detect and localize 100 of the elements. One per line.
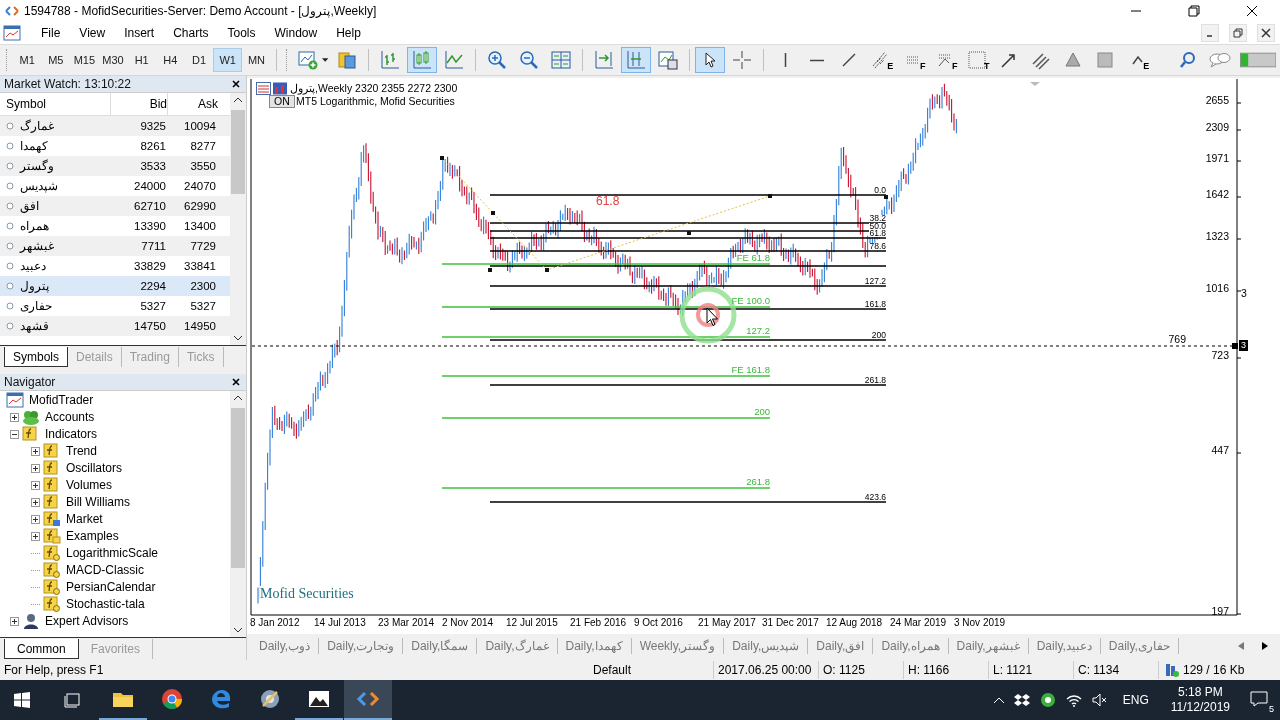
minimize-icon[interactable] (1201, 24, 1219, 42)
tree-item[interactable]: Stochastic-tala (66, 597, 145, 612)
menu-item[interactable]: View (71, 26, 117, 40)
object-list-icon[interactable] (256, 82, 288, 96)
timeframe-button[interactable]: H1 (127, 48, 156, 72)
price-line-handle[interactable] (1232, 343, 1238, 349)
tree-item[interactable]: Trend (66, 444, 97, 459)
tree-item[interactable]: Volumes (66, 478, 113, 493)
panel-tab[interactable]: Symbols (4, 347, 68, 368)
caret-icon[interactable] (322, 58, 329, 62)
chevron-up-icon[interactable] (993, 697, 1004, 703)
tree-item[interactable]: Indicators (45, 427, 98, 442)
chart-tab[interactable]: Daily,حفاری (1100, 638, 1179, 654)
autoscroll-button[interactable] (620, 47, 651, 73)
fib-fan-button[interactable]: E (866, 47, 897, 73)
chart-tab[interactable]: Daily,دعبید (1028, 638, 1101, 654)
tree-item[interactable]: Accounts (45, 410, 95, 425)
candle-chart-button[interactable] (406, 47, 437, 73)
chart-tab[interactable]: Daily,افق (808, 638, 874, 654)
menu-item[interactable]: Tools (219, 26, 267, 40)
code-app-icon[interactable] (344, 680, 392, 720)
tree-item[interactable]: Bill Williams (66, 495, 130, 510)
scroll-down-icon[interactable] (234, 628, 242, 634)
chart-tab[interactable]: Weekly,وگستر (631, 638, 725, 654)
menu-item[interactable]: Window (266, 26, 329, 40)
close-icon[interactable] (232, 377, 240, 386)
tree-item[interactable]: MofidTrader (29, 393, 94, 408)
tree-item[interactable]: LogarithmicScale (66, 546, 159, 561)
scroll-right-icon[interactable] (1262, 642, 1268, 650)
expander-icon[interactable] (31, 463, 40, 473)
symbol-name: غبشهر (20, 238, 54, 253)
timeframe-button[interactable]: W1 (213, 48, 243, 72)
menu-item[interactable]: Help (328, 26, 372, 40)
panel-tab[interactable]: Common (4, 639, 79, 660)
task-view-icon[interactable] (64, 692, 82, 708)
column-header[interactable]: Bid (110, 92, 167, 115)
tree-item[interactable]: MACD-Classic (66, 563, 144, 578)
fibo-level-label: 423.6 (864, 494, 886, 501)
close-icon[interactable] (1246, 5, 1258, 17)
timeframe-button[interactable]: MN (242, 48, 271, 72)
chart-tab[interactable]: Daily,کهمدا (557, 638, 632, 654)
scrollbar[interactable] (230, 390, 246, 638)
notification-icon[interactable] (1250, 690, 1268, 707)
timeframe-button[interactable]: M5 (41, 48, 71, 72)
scroll-up-icon[interactable] (234, 96, 242, 102)
horizontal-line-icon (810, 58, 825, 62)
scroll-left-icon[interactable] (1238, 642, 1244, 650)
chart-window[interactable] (247, 78, 1280, 634)
fib-grid-button[interactable]: F (898, 47, 929, 73)
indicator-toggle-button[interactable]: ON (269, 95, 295, 108)
text-frame-icon (967, 50, 988, 70)
chart-tab[interactable]: Daily,غمارگ (477, 638, 558, 654)
symbol-name: غمارگ (20, 118, 54, 133)
menu-item[interactable]: Insert (116, 26, 166, 40)
chart-tab[interactable]: Daily,ذوب (251, 638, 320, 654)
restore-icon[interactable] (1188, 5, 1200, 17)
menu-item[interactable]: Charts (165, 26, 220, 40)
dropbox-icon[interactable] (1013, 693, 1030, 707)
expander-icon[interactable] (10, 616, 19, 626)
clock[interactable]: 5:18 PM 11/12/2019 (1170, 685, 1230, 715)
tree-item[interactable]: PersianCalendar (66, 580, 156, 595)
expander-icon[interactable] (10, 429, 19, 439)
menu-item[interactable]: File (33, 26, 72, 40)
text-tool-button[interactable]: T (962, 47, 993, 73)
close-icon[interactable] (232, 79, 240, 88)
column-header[interactable]: Symbol (0, 96, 110, 111)
expander-icon[interactable] (10, 412, 19, 422)
timeframe-button[interactable]: M15 (70, 48, 99, 72)
expander-icon[interactable] (31, 446, 40, 456)
expander-icon[interactable] (31, 497, 40, 507)
mute-icon[interactable] (1091, 693, 1108, 707)
elliott-button[interactable]: E (1122, 47, 1153, 73)
timeframe-button[interactable]: M1 (12, 48, 42, 72)
cursor-button[interactable] (695, 47, 726, 73)
scrollbar[interactable] (230, 92, 246, 346)
scroll-down-icon[interactable] (234, 336, 242, 342)
language-indicator[interactable]: ENG (1122, 693, 1149, 707)
chart-tab[interactable]: Daily,غبشهر (948, 638, 1029, 654)
expander-icon[interactable] (31, 480, 40, 490)
tree-item[interactable]: Expert Advisors (45, 614, 129, 629)
tree-item[interactable]: Market (66, 512, 103, 527)
sync-icon[interactable] (1039, 692, 1056, 708)
expansion-level-label: 261.8 (746, 477, 770, 487)
column-header[interactable]: Ask (167, 92, 218, 115)
tree-item[interactable]: Examples (66, 529, 119, 544)
tree-item[interactable]: Oscillators (66, 461, 122, 476)
price-axis-label: 1323 (1205, 231, 1229, 242)
expander-icon[interactable] (31, 514, 40, 524)
chart-tab[interactable]: Daily,شپدیس (724, 638, 809, 654)
chart-tab[interactable]: Daily,همراه (873, 638, 949, 654)
timeframe-button[interactable]: H4 (156, 48, 185, 72)
windows-start-icon[interactable] (14, 692, 30, 708)
chart-tab[interactable]: Daily,وتجارت (319, 638, 404, 654)
timeframe-button[interactable]: D1 (184, 48, 214, 72)
wifi-icon[interactable] (1065, 693, 1082, 707)
scroll-up-icon[interactable] (234, 394, 242, 400)
timeframe-button[interactable]: M30 (98, 48, 128, 72)
chart-tab[interactable]: Daily,سمگا (403, 638, 478, 654)
expander-icon[interactable] (31, 531, 40, 541)
fib-expansion-button[interactable]: F (930, 47, 961, 73)
